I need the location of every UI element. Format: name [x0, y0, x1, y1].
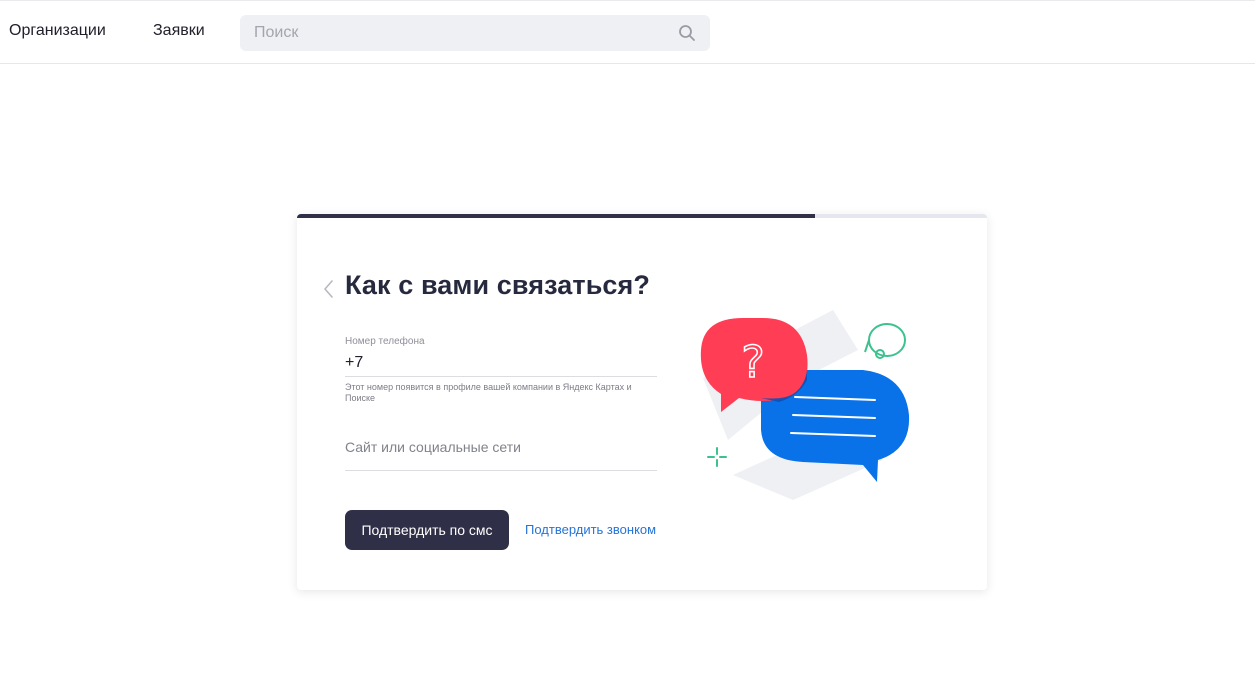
back-chevron-icon[interactable] — [321, 278, 335, 300]
confirm-sms-button[interactable]: Подтвердить по смс — [345, 510, 509, 550]
top-header: Организации Заявки — [0, 0, 1255, 64]
site-field — [345, 436, 657, 471]
sparkle-icon — [707, 447, 727, 467]
chat-bubbles-illustration: ? — [700, 310, 910, 500]
phone-field: Номер телефона Этот номер появится в про… — [345, 336, 657, 404]
search-bar — [240, 15, 710, 51]
search-input[interactable] — [240, 15, 670, 51]
contact-card: Как с вами связаться? Номер телефона Это… — [297, 214, 987, 590]
headset-icon — [864, 323, 907, 359]
phone-label: Номер телефона — [345, 336, 425, 347]
confirm-call-link[interactable]: Подтвердить звонком — [525, 522, 656, 537]
site-input[interactable] — [345, 436, 657, 458]
progress-fill — [297, 214, 815, 218]
progress-bar — [297, 214, 987, 218]
page-title: Как с вами связаться? — [345, 270, 650, 300]
phone-hint: Этот номер появится в профиле вашей комп… — [345, 382, 632, 403]
nav-organizations[interactable]: Организации — [9, 22, 106, 40]
search-icon[interactable] — [678, 24, 696, 42]
phone-underline — [345, 376, 657, 377]
nav-requests[interactable]: Заявки — [153, 22, 205, 40]
question-mark: ? — [741, 337, 764, 388]
site-underline — [345, 470, 657, 471]
phone-input[interactable] — [345, 353, 657, 373]
